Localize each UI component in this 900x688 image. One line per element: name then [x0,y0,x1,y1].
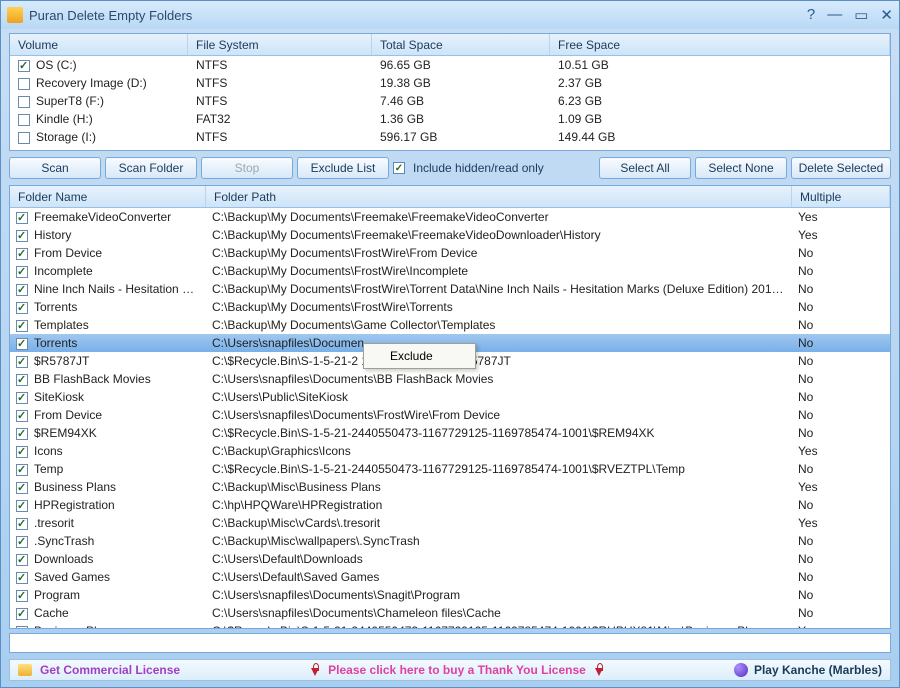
commercial-license-link[interactable]: Get Commercial License [40,663,180,677]
results-header: Folder Name Folder Path Multiple [10,186,890,208]
volume-checkbox[interactable] [18,114,30,126]
col-filesystem[interactable]: File System [188,34,372,55]
maximize-icon[interactable]: ▭ [854,6,868,24]
result-checkbox[interactable] [16,464,28,476]
include-hidden-checkbox[interactable]: ✓ [393,162,405,174]
titlebar: Puran Delete Empty Folders ? — ▭ ✕ [1,1,899,29]
result-checkbox[interactable] [16,212,28,224]
volume-row[interactable]: Storage (I:)NTFS596.17 GB149.44 GB [10,128,890,146]
help-icon[interactable]: ? [807,6,815,24]
result-row[interactable]: .tresoritC:\Backup\Misc\vCards\.tresorit… [10,514,890,532]
exclude-list-button[interactable]: Exclude List [297,157,389,179]
result-row[interactable]: .SyncTrashC:\Backup\Misc\wallpapers\.Syn… [10,532,890,550]
main-window: Puran Delete Empty Folders ? — ▭ ✕ Volum… [0,0,900,688]
volume-row[interactable]: OS (C:)NTFS96.65 GB10.51 GB [10,56,890,74]
results-list[interactable]: FreemakeVideoConverterC:\Backup\My Docum… [10,208,890,628]
result-row[interactable]: SiteKioskC:\Users\Public\SiteKioskNo [10,388,890,406]
delete-selected-button[interactable]: Delete Selected [791,157,891,179]
scan-folder-button[interactable]: Scan Folder [105,157,197,179]
result-row[interactable]: From DeviceC:\Users\snapfiles\Documents\… [10,406,890,424]
result-checkbox[interactable] [16,608,28,620]
window-title: Puran Delete Empty Folders [29,8,807,23]
result-row[interactable]: Nine Inch Nails - Hesitation Marks...C:\… [10,280,890,298]
result-checkbox[interactable] [16,374,28,386]
result-checkbox[interactable] [16,626,28,628]
result-row[interactable]: TorrentsC:\Backup\My Documents\FrostWire… [10,298,890,316]
result-checkbox[interactable] [16,248,28,260]
result-row[interactable]: HPRegistrationC:\hp\HPQWare\HPRegistrati… [10,496,890,514]
volume-panel: Volume File System Total Space Free Spac… [9,33,891,151]
result-row[interactable]: TempC:\$Recycle.Bin\S-1-5-21-2440550473-… [10,460,890,478]
footer: Get Commercial License Please click here… [9,659,891,681]
select-none-button[interactable]: Select None [695,157,787,179]
volume-list[interactable]: OS (C:)NTFS96.65 GB10.51 GBRecovery Imag… [10,56,890,150]
close-icon[interactable]: ✕ [880,6,893,24]
ribbon-icon [594,663,604,677]
result-checkbox[interactable] [16,518,28,530]
result-checkbox[interactable] [16,536,28,548]
result-checkbox[interactable] [16,554,28,566]
result-row[interactable]: $REM94XKC:\$Recycle.Bin\S-1-5-21-2440550… [10,424,890,442]
result-row[interactable]: Business PlansC:\$Recycle.Bin\S-1-5-21-2… [10,622,890,628]
result-row[interactable]: BB FlashBack MoviesC:\Users\snapfiles\Do… [10,370,890,388]
volume-checkbox[interactable] [18,132,30,144]
volume-checkbox[interactable] [18,78,30,90]
stop-button[interactable]: Stop [201,157,293,179]
volume-row[interactable]: Kindle (H:)FAT321.36 GB1.09 GB [10,110,890,128]
result-row[interactable]: Business PlansC:\Backup\Misc\Business Pl… [10,478,890,496]
result-checkbox[interactable] [16,302,28,314]
result-checkbox[interactable] [16,392,28,404]
minimize-icon[interactable]: — [827,6,842,24]
volume-checkbox[interactable] [18,96,30,108]
col-totalspace[interactable]: Total Space [372,34,550,55]
play-kanche-link[interactable]: Play Kanche (Marbles) [734,663,882,677]
context-menu: Exclude [363,343,476,369]
col-foldername[interactable]: Folder Name [10,186,206,207]
volume-checkbox[interactable] [18,60,30,72]
result-checkbox[interactable] [16,356,28,368]
result-row[interactable]: FreemakeVideoConverterC:\Backup\My Docum… [10,208,890,226]
result-checkbox[interactable] [16,410,28,422]
result-checkbox[interactable] [16,500,28,512]
include-hidden-label: Include hidden/read only [413,161,544,175]
col-freespace[interactable]: Free Space [550,34,890,55]
thankyou-license-link[interactable]: Please click here to buy a Thank You Lic… [328,663,586,677]
ribbon-icon [310,663,320,677]
result-row[interactable]: From DeviceC:\Backup\My Documents\FrostW… [10,244,890,262]
result-checkbox[interactable] [16,590,28,602]
result-row[interactable]: TemplatesC:\Backup\My Documents\Game Col… [10,316,890,334]
app-icon [7,7,23,23]
result-row[interactable]: CacheC:\Users\snapfiles\Documents\Chamel… [10,604,890,622]
col-multiple[interactable]: Multiple [792,186,890,207]
context-exclude[interactable]: Exclude [366,346,473,366]
status-panel [9,633,891,653]
result-checkbox[interactable] [16,320,28,332]
result-checkbox[interactable] [16,572,28,584]
result-checkbox[interactable] [16,482,28,494]
result-checkbox[interactable] [16,338,28,350]
volume-header: Volume File System Total Space Free Spac… [10,34,890,56]
marble-icon [734,663,748,677]
volume-row[interactable]: SuperT8 (F:)NTFS7.46 GB6.23 GB [10,92,890,110]
volume-row[interactable]: Recovery Image (D:)NTFS19.38 GB2.37 GB [10,74,890,92]
col-volume[interactable]: Volume [10,34,188,55]
result-checkbox[interactable] [16,284,28,296]
col-folderpath[interactable]: Folder Path [206,186,792,207]
result-row[interactable]: IncompleteC:\Backup\My Documents\FrostWi… [10,262,890,280]
result-row[interactable]: ProgramC:\Users\snapfiles\Documents\Snag… [10,586,890,604]
result-row[interactable]: HistoryC:\Backup\My Documents\Freemake\F… [10,226,890,244]
result-row[interactable]: DownloadsC:\Users\Default\DownloadsNo [10,550,890,568]
result-row[interactable]: Saved GamesC:\Users\Default\Saved GamesN… [10,568,890,586]
result-checkbox[interactable] [16,428,28,440]
toolbar: Scan Scan Folder Stop Exclude List ✓ Inc… [9,155,891,181]
results-panel: Folder Name Folder Path Multiple Freemak… [9,185,891,629]
result-checkbox[interactable] [16,230,28,242]
result-checkbox[interactable] [16,266,28,278]
result-row[interactable]: IconsC:\Backup\Graphics\IconsYes [10,442,890,460]
result-checkbox[interactable] [16,446,28,458]
stack-icon [18,664,32,676]
scan-button[interactable]: Scan [9,157,101,179]
select-all-button[interactable]: Select All [599,157,691,179]
